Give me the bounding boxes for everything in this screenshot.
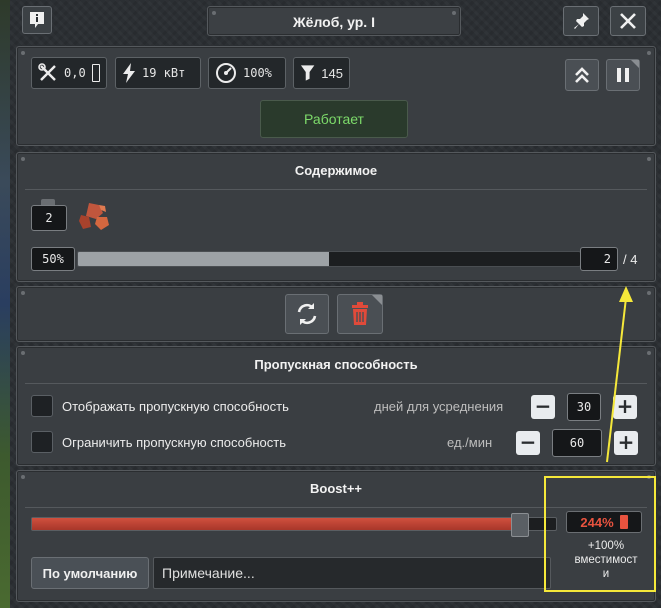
default-button[interactable]: По умолчанию bbox=[31, 557, 149, 589]
throughput-divider bbox=[25, 383, 647, 384]
refresh-button[interactable] bbox=[285, 294, 329, 334]
power-ratio-value: 0,0 bbox=[64, 66, 86, 80]
contents-panel: Содержимое 2 50% 2 / 4 bbox=[16, 152, 656, 282]
limit-throughput-checkbox[interactable] bbox=[31, 431, 53, 453]
window-title: Жёлоб, ур. I bbox=[293, 14, 375, 30]
item-count: 2 bbox=[31, 205, 67, 231]
show-throughput-checkbox[interactable] bbox=[31, 395, 53, 417]
delete-button[interactable] bbox=[337, 294, 383, 334]
stack-count: 2 bbox=[580, 247, 618, 271]
status-indicator: Работает bbox=[260, 100, 408, 138]
throughput-panel: Пропускная способность Отображать пропус… bbox=[16, 346, 656, 466]
power-draw-value: 19 кВт bbox=[142, 66, 186, 80]
copper-ore-icon[interactable] bbox=[77, 199, 111, 233]
info-button[interactable] bbox=[22, 6, 52, 34]
annotation-box bbox=[544, 476, 656, 592]
days-value[interactable]: 30 bbox=[567, 393, 601, 421]
limit-value[interactable]: 60 bbox=[552, 429, 602, 457]
contents-divider bbox=[25, 189, 647, 190]
title-bar: Жёлоб, ур. I bbox=[207, 6, 461, 36]
tools-icon bbox=[38, 63, 56, 81]
contents-title: Содержимое bbox=[294, 163, 378, 178]
boost-slider-handle[interactable] bbox=[511, 513, 530, 537]
power-draw-stat: 19 кВт bbox=[115, 57, 201, 89]
pause-button[interactable] bbox=[606, 59, 640, 91]
double-chevron-up-icon bbox=[575, 67, 589, 83]
note-input[interactable]: Примечание... bbox=[153, 557, 551, 589]
limit-minus-button[interactable]: − bbox=[516, 431, 540, 455]
upgrade-button[interactable] bbox=[565, 59, 599, 91]
filter-count: 145 bbox=[321, 65, 343, 81]
limit-plus-button[interactable]: + bbox=[614, 431, 638, 455]
boost-slider-fill bbox=[32, 518, 520, 530]
close-button[interactable] bbox=[610, 6, 646, 36]
default-button-label: По умолчанию bbox=[42, 565, 138, 581]
power-ratio-stat: 0,0 bbox=[31, 57, 107, 89]
fill-bar-track bbox=[77, 251, 581, 267]
fill-percent: 50% bbox=[31, 247, 75, 271]
info-icon bbox=[30, 12, 44, 28]
efficiency-value: 100% bbox=[243, 66, 272, 80]
throughput-title: Пропускная способность bbox=[254, 357, 418, 372]
days-minus-button[interactable]: − bbox=[531, 395, 555, 419]
status-label: Работает bbox=[304, 111, 364, 127]
actions-panel bbox=[16, 286, 656, 342]
trash-icon bbox=[352, 302, 368, 325]
boost-slider-track[interactable] bbox=[31, 517, 557, 531]
filter-icon bbox=[300, 65, 315, 81]
filter-stat: 145 bbox=[293, 57, 350, 89]
pause-icon bbox=[617, 68, 629, 82]
lightning-icon bbox=[123, 63, 135, 83]
battery-icon bbox=[91, 64, 100, 82]
stats-panel: 0,0 19 кВт 100% 145 Работает bbox=[16, 46, 656, 146]
refresh-icon bbox=[297, 303, 317, 325]
note-placeholder: Примечание... bbox=[162, 565, 255, 581]
close-icon bbox=[620, 13, 636, 29]
pin-button[interactable] bbox=[563, 6, 599, 36]
fill-bar bbox=[78, 252, 329, 266]
gauge-icon bbox=[216, 63, 236, 83]
days-plus-button[interactable]: + bbox=[613, 395, 637, 419]
pin-icon bbox=[574, 13, 589, 29]
days-label: дней для усреднения bbox=[374, 399, 504, 414]
limit-throughput-label: Ограничить пропускную способность bbox=[62, 435, 286, 450]
unit-label: ед./мин bbox=[447, 435, 493, 450]
show-throughput-label: Отображать пропускную способность bbox=[62, 399, 289, 414]
efficiency-stat: 100% bbox=[208, 57, 286, 89]
stack-max: / 4 bbox=[623, 252, 638, 267]
